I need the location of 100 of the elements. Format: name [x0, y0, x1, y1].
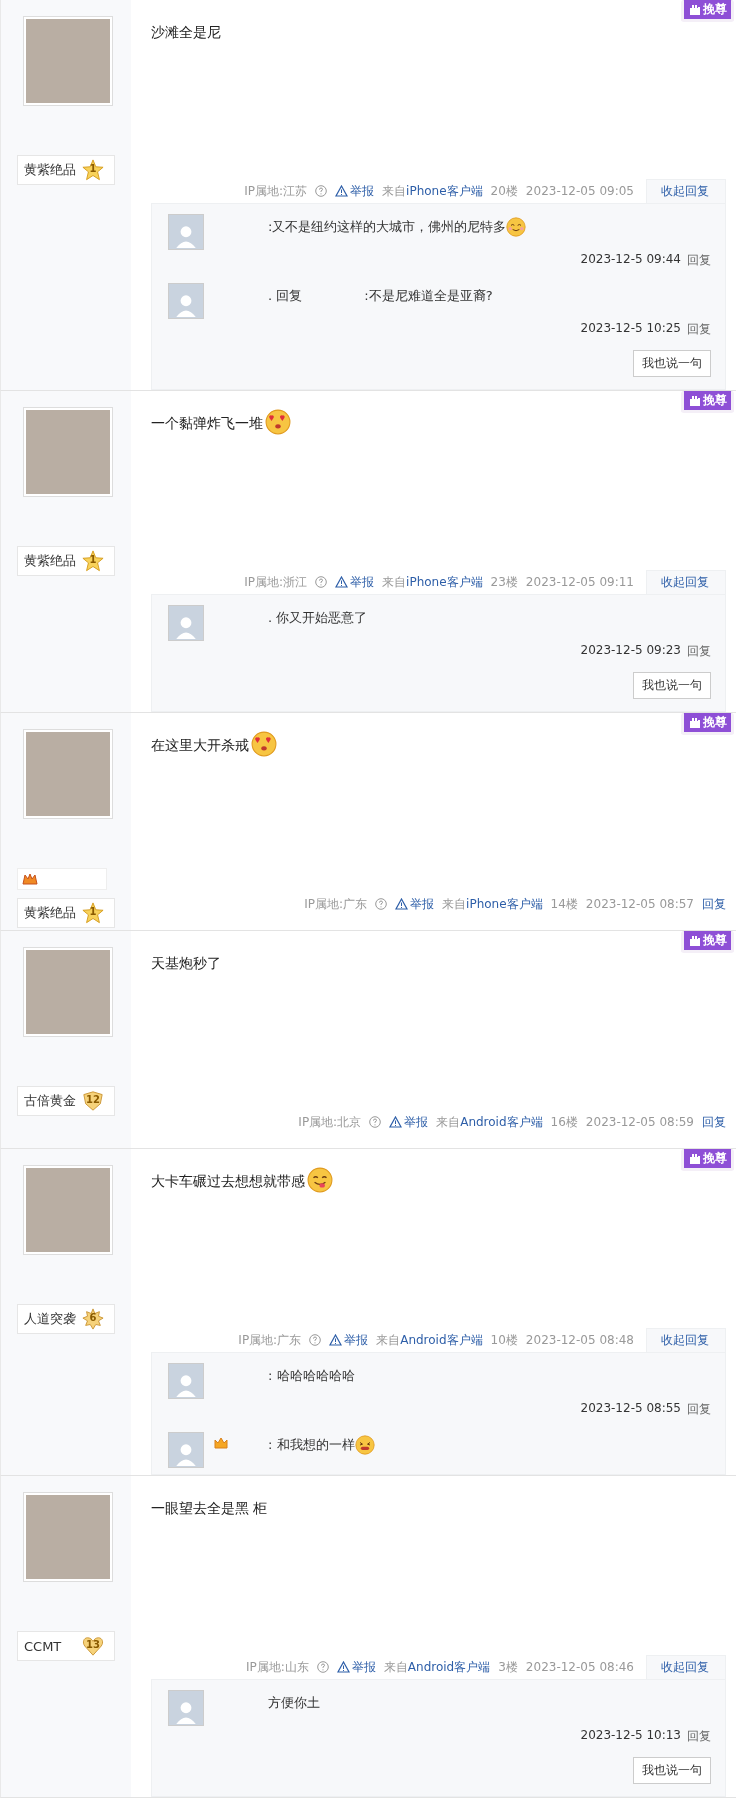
help-icon[interactable] — [316, 1661, 329, 1673]
comment-button[interactable]: 我也说一句 — [633, 672, 711, 699]
client-link[interactable]: Android客户端 — [460, 1114, 543, 1129]
reply-text: :又不是纽约这样的大城市，佛州的尼特多 — [268, 218, 507, 236]
source-label: 来自 — [383, 1659, 408, 1674]
avatar-image[interactable] — [23, 407, 113, 497]
help-icon[interactable] — [309, 1334, 322, 1346]
reply-text: : 哈哈哈哈哈哈 — [268, 1367, 355, 1385]
collapse-replies-tab[interactable]: 收起回复 — [646, 570, 726, 594]
ip-location: IP属地:江苏 — [244, 183, 308, 198]
report-link[interactable]: 举报 — [395, 895, 435, 913]
avatar-image[interactable] — [23, 947, 113, 1037]
reply-link[interactable]: 回复 — [702, 1110, 726, 1134]
level-icon: 6 — [82, 1308, 104, 1330]
reply-text: :不是尼难道全是亚裔? — [364, 287, 493, 305]
user-badge[interactable]: CCMT 13 — [17, 1631, 115, 1661]
client-link[interactable]: Android客户端 — [400, 1332, 483, 1347]
avatar-image[interactable] — [168, 605, 204, 641]
reply-text: . 你又开始恶意了 — [268, 609, 368, 627]
help-icon[interactable] — [369, 1116, 382, 1128]
warning-icon — [389, 1116, 403, 1128]
level-icon: 1 — [82, 902, 104, 924]
ip-location: IP属地:浙江 — [244, 574, 308, 589]
help-icon[interactable] — [315, 576, 328, 588]
report-link[interactable]: 举报 — [335, 573, 375, 591]
support-tag[interactable]: 挽尊 — [681, 0, 734, 22]
post-text: 大卡车碾过去想想就带感 — [151, 1173, 305, 1191]
avatar-image[interactable] — [23, 1165, 113, 1255]
support-tag[interactable]: 挽尊 — [681, 713, 734, 735]
client-link[interactable]: iPhone客户端 — [406, 574, 483, 589]
support-tag[interactable]: 挽尊 — [681, 931, 734, 953]
user-badge[interactable]: 人道突袭 6 — [17, 1304, 115, 1334]
post-text: 一眼望去全是黑 柜 — [151, 1500, 268, 1518]
reply-link[interactable]: 回复 — [687, 252, 711, 269]
help-icon[interactable] — [375, 898, 388, 910]
level-icon: 13 — [82, 1635, 104, 1657]
post-text: 沙滩全是尼 — [151, 24, 221, 42]
floor-number: 23楼 — [490, 573, 518, 591]
floor-number: 20楼 — [490, 182, 518, 200]
emoji-icon — [251, 731, 277, 757]
avatar-image[interactable] — [23, 16, 113, 106]
reply-link[interactable]: 回复 — [702, 892, 726, 916]
warning-icon — [336, 1661, 350, 1673]
emoji-icon — [307, 1167, 333, 1193]
reply-link[interactable]: 回复 — [687, 321, 711, 338]
client-link[interactable]: iPhone客户端 — [406, 183, 483, 198]
help-icon[interactable] — [315, 185, 328, 197]
ip-location: IP属地:广东 — [304, 896, 368, 911]
source-label: 来自 — [436, 1114, 461, 1129]
user-badge[interactable]: 黄紫绝品 1 — [17, 898, 115, 928]
warning-icon — [395, 898, 409, 910]
avatar-image[interactable] — [23, 729, 113, 819]
post-time: 2023-12-05 08:46 — [525, 1660, 634, 1674]
reply-link[interactable]: 回复 — [687, 1728, 711, 1745]
source-label: 来自 — [376, 1332, 401, 1347]
ip-location: IP属地:广东 — [238, 1332, 302, 1347]
reply-time: 2023-12-5 09:23 — [580, 643, 681, 659]
ip-location: IP属地:北京 — [298, 1114, 362, 1129]
post-time: 2023-12-05 08:48 — [525, 1333, 634, 1347]
floor-number: 16楼 — [550, 1113, 578, 1131]
avatar-image[interactable] — [168, 1363, 204, 1399]
reply-time: 2023-12-5 08:55 — [580, 1401, 681, 1417]
avatar-image[interactable] — [168, 1690, 204, 1726]
avatar-image[interactable] — [168, 1432, 204, 1468]
post-time: 2023-12-05 09:11 — [525, 575, 634, 589]
badge-name: 人道突袭 — [24, 1310, 76, 1328]
level-icon: 1 — [82, 159, 104, 181]
avatar-image[interactable] — [168, 283, 204, 319]
avatar-image[interactable] — [23, 1492, 113, 1582]
post-time: 2023-12-05 09:05 — [525, 184, 634, 198]
ip-location: IP属地:山东 — [246, 1659, 309, 1674]
report-link[interactable]: 举报 — [335, 182, 375, 200]
reply-link[interactable]: 回复 — [687, 643, 711, 660]
comment-button[interactable]: 我也说一句 — [633, 350, 711, 377]
post-time: 2023-12-05 08:57 — [585, 897, 694, 911]
reply-text: . 回复 — [268, 287, 303, 305]
support-tag[interactable]: 挽尊 — [681, 1149, 734, 1171]
report-link[interactable]: 举报 — [336, 1658, 376, 1676]
collapse-replies-tab[interactable]: 收起回复 — [646, 1655, 726, 1679]
emoji-icon — [506, 217, 527, 237]
collapse-replies-tab[interactable]: 收起回复 — [646, 179, 726, 203]
badge-name: 黄紫绝品 — [24, 161, 76, 179]
comment-button[interactable]: 我也说一句 — [633, 1757, 711, 1784]
user-badge[interactable]: 黄紫绝品 1 — [17, 155, 115, 185]
reply-link[interactable]: 回复 — [687, 1401, 711, 1418]
collapse-replies-tab[interactable]: 收起回复 — [646, 1328, 726, 1352]
avatar-image[interactable] — [168, 214, 204, 250]
client-link[interactable]: Android客户端 — [407, 1659, 491, 1674]
support-tag[interactable]: 挽尊 — [681, 391, 734, 413]
post-text: 天基炮秒了 — [151, 955, 221, 973]
emoji-icon — [354, 1435, 375, 1455]
user-badge[interactable]: 黄紫绝品 1 — [17, 546, 115, 576]
report-link[interactable]: 举报 — [389, 1113, 429, 1131]
reply-text: 方便你土 — [268, 1694, 320, 1712]
reply-time: 2023-12-5 10:13 — [580, 1728, 681, 1744]
source-label: 来自 — [382, 574, 407, 589]
reply-time: 2023-12-5 10:25 — [580, 321, 681, 337]
client-link[interactable]: iPhone客户端 — [466, 896, 543, 911]
user-badge[interactable]: 古倍黄金 12 — [17, 1086, 115, 1116]
report-link[interactable]: 举报 — [329, 1331, 369, 1349]
